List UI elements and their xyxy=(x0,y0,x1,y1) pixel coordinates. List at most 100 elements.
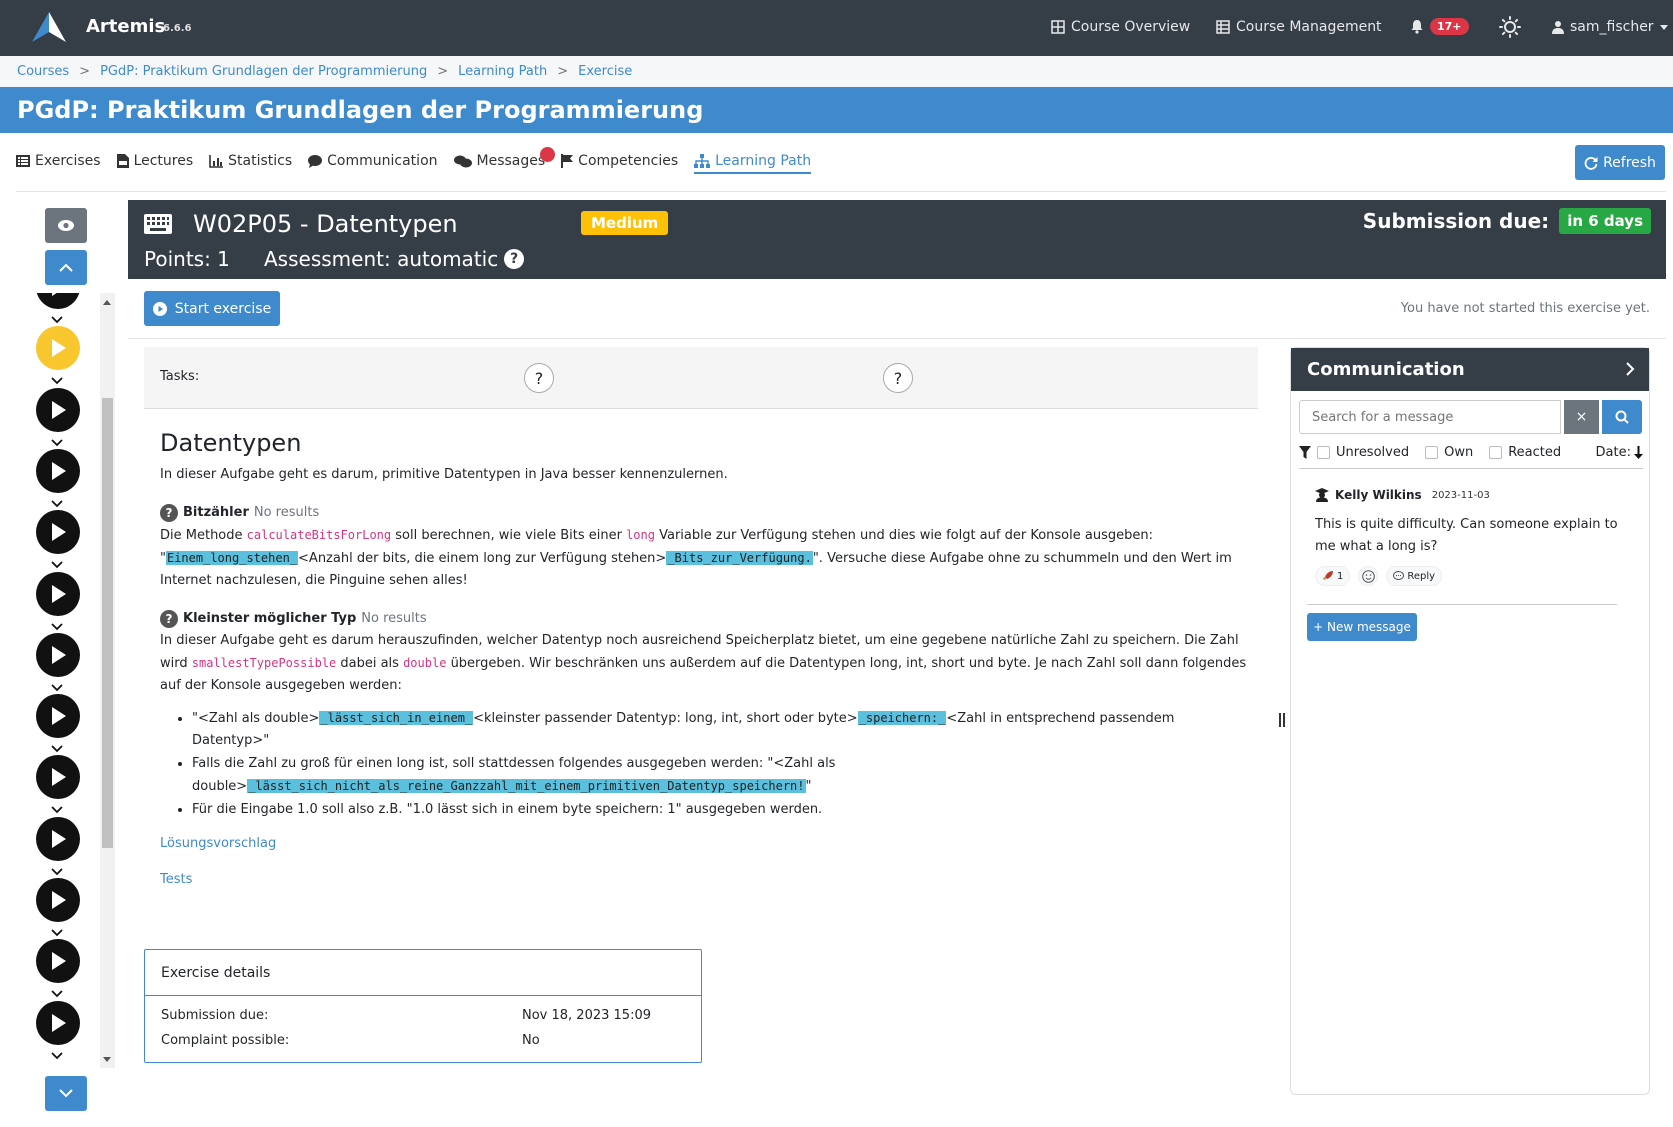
task-kleinster-typ[interactable]: ? Kleinster möglicher Typ No results xyxy=(160,608,1250,630)
scrollbar-thumb[interactable] xyxy=(102,398,113,848)
breadcrumb: Courses > PGdP: Praktikum Grundlagen der… xyxy=(0,56,1673,87)
notification-count-badge: 17+ xyxy=(1430,18,1469,35)
task-status-icon[interactable]: ? xyxy=(883,363,913,393)
highlighted-code: Einem_long_stehen_ xyxy=(165,551,299,565)
reacted-checkbox[interactable] xyxy=(1489,446,1503,459)
theme-sun-icon[interactable] xyxy=(1499,16,1521,38)
own-checkbox[interactable] xyxy=(1425,446,1439,459)
chevron-down-icon xyxy=(51,500,63,508)
add-reaction-button[interactable] xyxy=(1358,566,1379,586)
file-pdf-icon xyxy=(116,154,129,168)
task-status-icon[interactable]: ? xyxy=(524,363,554,393)
message-search-input[interactable] xyxy=(1299,400,1561,434)
breadcrumb-learning-path[interactable]: Learning Path xyxy=(458,64,547,79)
resize-handle[interactable] xyxy=(1279,713,1286,727)
start-exercise-button[interactable]: Start exercise xyxy=(144,291,280,326)
tab-messages-label: Messages xyxy=(476,153,546,169)
learning-path-node[interactable] xyxy=(36,816,80,861)
learning-path-node[interactable] xyxy=(36,510,80,555)
breadcrumb-course[interactable]: PGdP: Praktikum Grundlagen der Programmi… xyxy=(100,64,427,79)
tab-lectures-label: Lectures xyxy=(133,153,194,169)
learning-path-node-current[interactable] xyxy=(36,326,80,371)
breadcrumb-exercise[interactable]: Exercise xyxy=(578,64,632,79)
rocket-icon xyxy=(1323,571,1333,580)
tab-lectures[interactable]: Lectures xyxy=(116,153,194,169)
comment-dots-icon xyxy=(1393,571,1405,580)
user-menu[interactable]: sam_fischer xyxy=(1552,19,1668,35)
bell-icon xyxy=(1411,20,1423,34)
eye-icon xyxy=(58,220,74,231)
problem-statement: Datentypen In dieser Aufgabe geht es dar… xyxy=(160,428,1250,891)
sort-by-date[interactable]: Date: xyxy=(1596,445,1643,460)
play-icon xyxy=(52,768,66,787)
breadcrumb-courses[interactable]: Courses xyxy=(17,64,69,79)
exercise-header: W02P05 - Datentypen Medium Points: 1 Ass… xyxy=(128,200,1666,279)
tab-competencies[interactable]: Competencies xyxy=(561,153,678,169)
play-icon xyxy=(52,584,66,603)
learning-path-node[interactable] xyxy=(36,571,80,616)
difficulty-badge: Medium xyxy=(581,211,669,235)
text: soll berechnen, wie viele Bits einer xyxy=(391,528,627,543)
chevron-right-icon[interactable] xyxy=(1626,362,1635,376)
solution-link[interactable]: Lösungsvorschlag xyxy=(160,833,1250,855)
learning-path-node[interactable] xyxy=(36,939,80,984)
scroll-down-button[interactable] xyxy=(45,1076,87,1111)
chevron-down-icon xyxy=(51,868,63,875)
filter-icon xyxy=(1299,446,1311,459)
notifications-button[interactable]: 17+ xyxy=(1410,18,1469,35)
toggle-visibility-button[interactable] xyxy=(45,208,87,243)
course-overview-link[interactable]: Course Overview xyxy=(1051,19,1190,35)
learning-path-node[interactable] xyxy=(36,387,80,432)
scrollbar-up-arrow[interactable] xyxy=(103,300,111,305)
tests-link[interactable]: Tests xyxy=(160,869,1250,891)
clear-search-button[interactable]: × xyxy=(1564,400,1599,434)
tab-competencies-label: Competencies xyxy=(578,153,679,169)
tab-exercises[interactable]: Exercises xyxy=(16,153,101,169)
breadcrumb-separator: > xyxy=(79,64,91,79)
scrollbar-down-arrow[interactable] xyxy=(103,1057,111,1062)
tasks-label: Tasks: xyxy=(160,369,200,384)
learning-path-node[interactable] xyxy=(36,878,80,922)
tab-messages[interactable]: Messages xyxy=(453,147,556,169)
brand-name[interactable]: Artemis xyxy=(86,16,165,37)
chevron-down-icon xyxy=(51,438,63,446)
learning-path-node[interactable] xyxy=(36,755,80,800)
question-circle-icon[interactable]: ? xyxy=(504,249,525,269)
arrow-down-icon xyxy=(1634,446,1643,459)
comments-icon xyxy=(453,155,472,167)
tab-communication[interactable]: Communication xyxy=(308,153,438,169)
chevron-down-icon xyxy=(51,806,63,814)
task-bitzaehler[interactable]: ? Bitzähler No results xyxy=(160,502,1250,524)
message-filters: Unresolved Own Reacted Date: xyxy=(1299,445,1643,460)
submission-due-label: Submission due: xyxy=(1362,209,1550,233)
chevron-down-icon xyxy=(51,622,63,630)
reply-button[interactable]: Reply xyxy=(1386,566,1443,586)
learning-path-node[interactable] xyxy=(36,448,80,493)
author-name[interactable]: Kelly Wilkins xyxy=(1335,488,1422,502)
tab-learning-path[interactable]: Learning Path xyxy=(694,153,812,174)
learning-path-node[interactable] xyxy=(36,632,80,677)
course-title: PGdP: Praktikum Grundlagen der Programmi… xyxy=(0,87,1673,133)
artemis-logo-icon[interactable] xyxy=(30,10,68,44)
search-button[interactable] xyxy=(1602,400,1642,434)
rocket-reaction[interactable]: 1 xyxy=(1315,566,1351,586)
new-message-button[interactable]: + New message xyxy=(1307,613,1417,641)
course-management-link[interactable]: Course Management xyxy=(1216,19,1382,35)
chevron-down-icon xyxy=(51,929,63,937)
learning-path-node[interactable] xyxy=(36,293,80,309)
question-circle-icon: ? xyxy=(160,610,178,628)
learning-path-node[interactable] xyxy=(36,694,80,739)
text: <kleinster passender Datentyp: long, int… xyxy=(473,711,858,726)
refresh-button[interactable]: Refresh xyxy=(1575,145,1665,180)
chevron-down-icon xyxy=(51,990,63,998)
inline-code: calculateBitsForLong xyxy=(246,528,392,542)
user-name: sam_fischer xyxy=(1570,19,1654,35)
list-item: "<Zahl als double>_lässt_sich_in_einem_<… xyxy=(192,707,1250,752)
scroll-up-button[interactable] xyxy=(45,250,87,285)
chevron-up-icon xyxy=(59,263,73,272)
details-complaint-value: No xyxy=(522,1033,540,1048)
tab-statistics[interactable]: Statistics xyxy=(209,153,292,169)
learning-path-node[interactable] xyxy=(36,1000,80,1045)
message-post[interactable]: Kelly Wilkins 2023-11-03 This is quite d… xyxy=(1315,488,1625,586)
unresolved-checkbox[interactable] xyxy=(1317,446,1330,459)
